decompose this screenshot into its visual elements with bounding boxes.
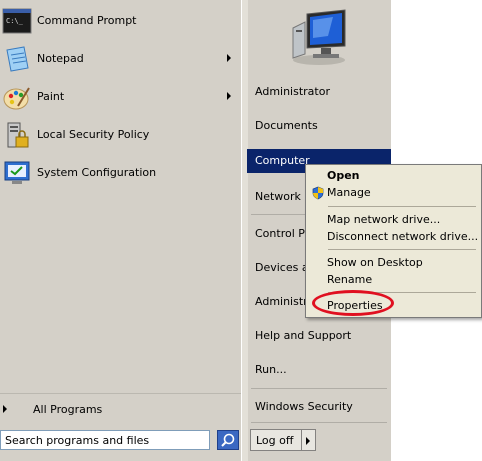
search-input[interactable] [0, 430, 210, 450]
right-item-documents[interactable]: Documents [247, 114, 391, 138]
svg-text:C:\_: C:\_ [6, 17, 24, 25]
pinned-item-local-security-policy[interactable]: Local Security Policy [0, 118, 241, 154]
menu-item-label: Rename [327, 273, 373, 286]
logoff-button[interactable]: Log off [250, 429, 302, 451]
context-menu: Open Manage Map network drive... Disconn… [305, 164, 482, 318]
menu-item-rename[interactable]: Rename [308, 271, 479, 289]
menu-item-map-network-drive[interactable]: Map network drive... [308, 211, 479, 229]
right-item-label: Administrator [255, 85, 330, 98]
menu-item-manage[interactable]: Manage [308, 184, 479, 202]
all-programs-arrow-icon [3, 405, 7, 413]
right-item-run[interactable]: Run... [247, 358, 391, 382]
system-configuration-icon [4, 161, 30, 184]
divider [0, 393, 241, 394]
divider [328, 249, 476, 250]
menu-item-disconnect-network-drive[interactable]: Disconnect network drive... [308, 228, 479, 246]
pinned-item-label: Local Security Policy [37, 128, 150, 141]
right-item-windows-security[interactable]: Windows Security [247, 395, 391, 419]
pinned-programs-pane: C:\_ Command Prompt Notepad Paint Local … [0, 0, 241, 430]
divider [328, 206, 476, 207]
pinned-item-label: Paint [37, 90, 65, 103]
right-item-label: Computer [255, 154, 310, 167]
all-programs-label: All Programs [33, 403, 103, 416]
search-icon [221, 433, 235, 447]
pinned-item-command-prompt[interactable]: C:\_ Command Prompt [0, 4, 241, 40]
menu-item-label: Show on Desktop [327, 256, 423, 269]
notepad-icon [6, 46, 29, 72]
menu-item-properties[interactable]: Properties [308, 297, 479, 315]
command-prompt-icon: C:\_ [2, 8, 32, 34]
menu-item-label: Open [327, 169, 360, 182]
shutdown-options-button[interactable] [302, 429, 316, 451]
divider [251, 388, 387, 389]
computer-icon [292, 9, 346, 65]
menu-item-open[interactable]: Open [308, 167, 479, 185]
divider [328, 292, 476, 293]
right-item-label: Run... [255, 363, 287, 376]
menu-item-show-on-desktop[interactable]: Show on Desktop [308, 254, 479, 272]
right-item-label: Control Pa [255, 227, 312, 240]
menu-item-label: Map network drive... [327, 213, 441, 226]
pinned-item-label: Command Prompt [37, 14, 137, 27]
logoff-label: Log off [256, 434, 294, 447]
pinned-item-label: System Configuration [37, 166, 157, 179]
menu-item-label: Manage [327, 186, 371, 199]
submenu-arrow-icon[interactable] [227, 54, 231, 62]
pinned-item-paint[interactable]: Paint [0, 80, 241, 116]
right-item-help-and-support[interactable]: Help and Support [247, 324, 391, 348]
shield-icon [312, 186, 324, 200]
pinned-item-notepad[interactable]: Notepad [0, 42, 241, 78]
chevron-right-icon [306, 437, 310, 445]
pinned-item-label: Notepad [37, 52, 84, 65]
right-item-label: Network [255, 190, 301, 203]
right-item-administrator[interactable]: Administrator [247, 80, 391, 104]
submenu-arrow-icon[interactable] [227, 92, 231, 100]
menu-item-label: Properties [327, 299, 383, 312]
search-button[interactable] [217, 430, 239, 450]
all-programs-button[interactable]: All Programs [0, 398, 241, 422]
search-bar [0, 430, 241, 452]
local-security-policy-icon [7, 122, 29, 148]
right-item-label: Help and Support [255, 329, 352, 342]
paint-icon [3, 87, 30, 110]
right-item-label: Windows Security [255, 400, 353, 413]
right-item-label: Documents [255, 119, 318, 132]
pinned-item-system-configuration[interactable]: System Configuration [0, 156, 241, 192]
divider [251, 422, 387, 423]
menu-item-label: Disconnect network drive... [327, 230, 479, 243]
